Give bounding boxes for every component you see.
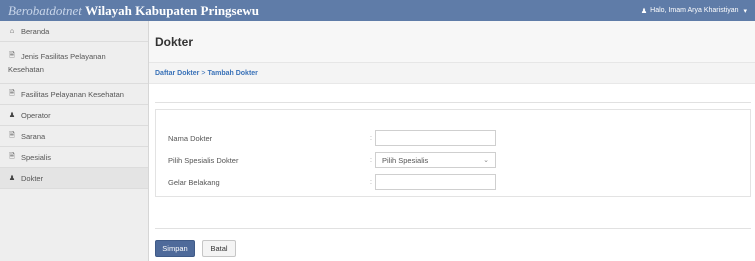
caret-down-icon: ▾	[743, 7, 747, 15]
cancel-button[interactable]: Batal	[202, 240, 236, 257]
divider	[155, 102, 751, 103]
user-icon: ♟	[8, 112, 16, 119]
sidebar-item-label: Beranda	[21, 26, 50, 36]
gelar-belakang-label: Gelar Belakang	[168, 177, 220, 187]
home-icon: ⌂	[9, 27, 15, 35]
save-button[interactable]: Simpan	[155, 240, 195, 257]
brand-name: Berobatdotnet	[8, 2, 82, 18]
form-row-gelar: Gelar Belakang :	[156, 174, 750, 190]
file-icon: 🗎	[9, 152, 15, 160]
colon: :	[370, 178, 372, 186]
chevron-down-icon: ⌄	[483, 157, 489, 164]
top-navbar: Berobatdotnet Wilayah Kabupaten Pringsew…	[0, 0, 755, 21]
sidebar-item-jenis-fasilitas[interactable]: 🗎 Jenis Fasilitas Pelayanan Kesehatan	[0, 42, 148, 84]
sidebar-item-operator[interactable]: ♟ Operator	[0, 105, 148, 126]
file-icon: 🗎	[9, 131, 15, 139]
page-header: Dokter	[149, 21, 755, 63]
colon: :	[370, 134, 372, 142]
sidebar-item-label-cont: Kesehatan	[8, 65, 44, 74]
form-row-nama: Nama Dokter :	[156, 130, 750, 146]
spesialis-select[interactable]: Pilih Spesialis ⌄	[375, 152, 496, 168]
divider	[155, 228, 751, 229]
nama-dokter-label: Nama Dokter	[168, 133, 213, 143]
sidebar-item-label: Dokter	[21, 173, 44, 183]
sidebar: ⌂ Beranda 🗎 Jenis Fasilitas Pelayanan Ke…	[0, 21, 149, 261]
file-icon: 🗎	[9, 52, 15, 59]
form-panel: Nama Dokter : Pilih Spesialis Dokter : P…	[155, 109, 751, 197]
sidebar-item-label: Sarana	[21, 131, 46, 141]
sidebar-item-label: Spesialis	[21, 152, 52, 162]
sidebar-item-label: Operator	[21, 110, 51, 120]
user-icon: ♟	[8, 175, 16, 182]
breadcrumb-separator: >	[201, 69, 206, 77]
user-menu[interactable]: ♟ Halo, Imam Arya Kharistiyan ▾	[641, 7, 747, 15]
user-icon: ♟	[640, 7, 648, 15]
spesialis-selected-value: Pilih Spesialis	[382, 155, 429, 165]
sidebar-item-beranda[interactable]: ⌂ Beranda	[0, 21, 148, 42]
gelar-belakang-input[interactable]	[375, 174, 496, 190]
sidebar-item-spesialis[interactable]: 🗎 Spesialis	[0, 147, 148, 168]
sidebar-item-sarana[interactable]: 🗎 Sarana	[0, 126, 148, 147]
sidebar-item-fasilitas-pelayanan[interactable]: 🗎 Fasilitas Pelayanan Kesehatan	[0, 84, 148, 105]
brand-region: Wilayah Kabupaten Pringsewu	[85, 2, 260, 18]
app-brand[interactable]: Berobatdotnet Wilayah Kabupaten Pringsew…	[8, 3, 259, 19]
breadcrumb-current: Tambah Dokter	[207, 69, 258, 77]
breadcrumb-link-daftar-dokter[interactable]: Daftar Dokter	[155, 70, 199, 77]
sidebar-item-label: Fasilitas Pelayanan Kesehatan	[21, 89, 124, 99]
page-title: Dokter	[155, 34, 194, 49]
file-icon: 🗎	[9, 89, 15, 97]
colon: :	[370, 156, 372, 164]
spesialis-label: Pilih Spesialis Dokter	[168, 155, 239, 165]
user-greeting: Halo, Imam Arya Kharistiyan	[650, 7, 739, 14]
sidebar-item-dokter[interactable]: ♟ Dokter	[0, 168, 148, 189]
sidebar-item-label: Jenis Fasilitas Pelayanan	[21, 52, 106, 61]
nama-dokter-input[interactable]	[375, 130, 496, 146]
form-row-spesialis: Pilih Spesialis Dokter : Pilih Spesialis…	[156, 152, 750, 168]
breadcrumb: Daftar Dokter > Tambah Dokter	[149, 63, 755, 84]
